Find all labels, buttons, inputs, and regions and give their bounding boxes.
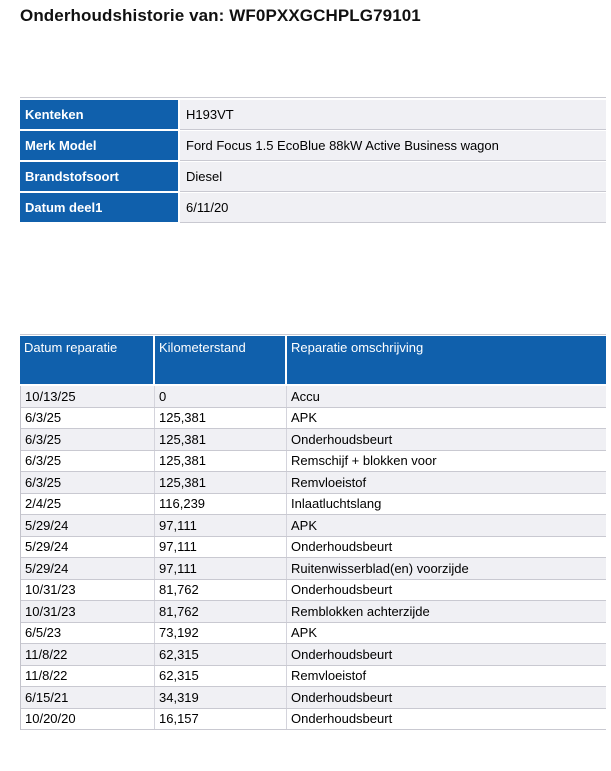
history-row: 6/5/2373,192APK	[21, 623, 606, 645]
history-row: 6/15/2134,319Onderhoudsbeurt	[21, 687, 606, 709]
history-cell-date: 10/13/25	[21, 386, 155, 407]
history-row: 6/3/25125,381Remvloeistof	[21, 472, 606, 494]
info-label: Brandstofsoort	[20, 162, 178, 191]
history-cell-odometer: 81,762	[155, 580, 287, 601]
history-cell-odometer: 62,315	[155, 666, 287, 687]
history-cell-date: 10/31/23	[21, 580, 155, 601]
info-label: Merk Model	[20, 131, 178, 160]
history-cell-date: 2/4/25	[21, 494, 155, 515]
history-row: 6/3/25125,381Remschijf + blokken voor	[21, 451, 606, 473]
history-row: 11/8/2262,315Remvloeistof	[21, 666, 606, 688]
history-cell-description: APK	[287, 515, 606, 536]
history-row: 10/13/250Accu	[21, 386, 606, 408]
history-cell-description: Onderhoudsbeurt	[287, 709, 606, 730]
history-cell-odometer: 97,111	[155, 515, 287, 536]
history-cell-odometer: 125,381	[155, 429, 287, 450]
history-cell-description: APK	[287, 623, 606, 644]
history-row: 6/3/25125,381Onderhoudsbeurt	[21, 429, 606, 451]
history-cell-date: 5/29/24	[21, 515, 155, 536]
history-cell-date: 5/29/24	[21, 537, 155, 558]
history-cell-odometer: 81,762	[155, 601, 287, 622]
info-value: Ford Focus 1.5 EcoBlue 88kW Active Busin…	[180, 131, 606, 160]
repair-history-table: Datum reparatieKilometerstandReparatie o…	[20, 334, 606, 730]
history-cell-date: 6/3/25	[21, 451, 155, 472]
history-cell-description: Onderhoudsbeurt	[287, 687, 606, 708]
history-cell-date: 6/15/21	[21, 687, 155, 708]
history-column-header: Datum reparatie	[20, 336, 155, 384]
history-row: 10/31/2381,762Onderhoudsbeurt	[21, 580, 606, 602]
history-cell-description: APK	[287, 408, 606, 429]
history-row: 6/3/25125,381APK	[21, 408, 606, 430]
page-title: Onderhoudshistorie van: WF0PXXGCHPLG7910…	[20, 6, 421, 26]
history-column-header: Reparatie omschrijving	[287, 336, 606, 384]
history-cell-date: 11/8/22	[21, 644, 155, 665]
history-cell-odometer: 0	[155, 386, 287, 407]
info-value: 6/11/20	[180, 193, 606, 222]
repair-history-header-row: Datum reparatieKilometerstandReparatie o…	[20, 336, 606, 384]
history-cell-description: Remblokken achterzijde	[287, 601, 606, 622]
info-row: BrandstofsoortDiesel	[20, 162, 606, 191]
history-cell-description: Onderhoudsbeurt	[287, 537, 606, 558]
history-cell-description: Onderhoudsbeurt	[287, 644, 606, 665]
history-cell-date: 10/20/20	[21, 709, 155, 730]
history-cell-description: Onderhoudsbeurt	[287, 429, 606, 450]
history-cell-odometer: 97,111	[155, 558, 287, 579]
history-cell-date: 6/3/25	[21, 429, 155, 450]
repair-history-body: 10/13/250Accu6/3/25125,381APK6/3/25125,3…	[20, 386, 606, 730]
history-cell-odometer: 16,157	[155, 709, 287, 730]
history-cell-description: Remvloeistof	[287, 666, 606, 687]
history-row: 5/29/2497,111Onderhoudsbeurt	[21, 537, 606, 559]
history-cell-description: Remvloeistof	[287, 472, 606, 493]
history-cell-date: 6/3/25	[21, 472, 155, 493]
history-column-header: Kilometerstand	[155, 336, 287, 384]
history-cell-odometer: 34,319	[155, 687, 287, 708]
info-value: Diesel	[180, 162, 606, 191]
history-cell-odometer: 73,192	[155, 623, 287, 644]
info-row: Datum deel16/11/20	[20, 193, 606, 222]
info-row: KentekenH193VT	[20, 100, 606, 129]
history-cell-date: 10/31/23	[21, 601, 155, 622]
history-cell-description: Inlaatluchtslang	[287, 494, 606, 515]
history-cell-odometer: 97,111	[155, 537, 287, 558]
vehicle-info-table: KentekenH193VTMerk ModelFord Focus 1.5 E…	[20, 97, 606, 224]
history-cell-odometer: 125,381	[155, 451, 287, 472]
history-cell-date: 11/8/22	[21, 666, 155, 687]
info-row: Merk ModelFord Focus 1.5 EcoBlue 88kW Ac…	[20, 131, 606, 160]
history-cell-description: Ruitenwisserblad(en) voorzijde	[287, 558, 606, 579]
history-cell-odometer: 62,315	[155, 644, 287, 665]
history-cell-odometer: 125,381	[155, 408, 287, 429]
history-cell-date: 6/5/23	[21, 623, 155, 644]
history-cell-description: Onderhoudsbeurt	[287, 580, 606, 601]
history-row: 10/20/2016,157Onderhoudsbeurt	[21, 709, 606, 731]
history-cell-odometer: 125,381	[155, 472, 287, 493]
history-row: 11/8/2262,315Onderhoudsbeurt	[21, 644, 606, 666]
history-row: 5/29/2497,111APK	[21, 515, 606, 537]
history-cell-description: Remschijf + blokken voor	[287, 451, 606, 472]
history-cell-odometer: 116,239	[155, 494, 287, 515]
history-cell-date: 6/3/25	[21, 408, 155, 429]
info-value: H193VT	[180, 100, 606, 129]
history-row: 2/4/25116,239Inlaatluchtslang	[21, 494, 606, 516]
info-label: Kenteken	[20, 100, 178, 129]
history-row: 10/31/2381,762Remblokken achterzijde	[21, 601, 606, 623]
info-label: Datum deel1	[20, 193, 178, 222]
history-cell-date: 5/29/24	[21, 558, 155, 579]
history-row: 5/29/2497,111Ruitenwisserblad(en) voorzi…	[21, 558, 606, 580]
history-cell-description: Accu	[287, 386, 606, 407]
